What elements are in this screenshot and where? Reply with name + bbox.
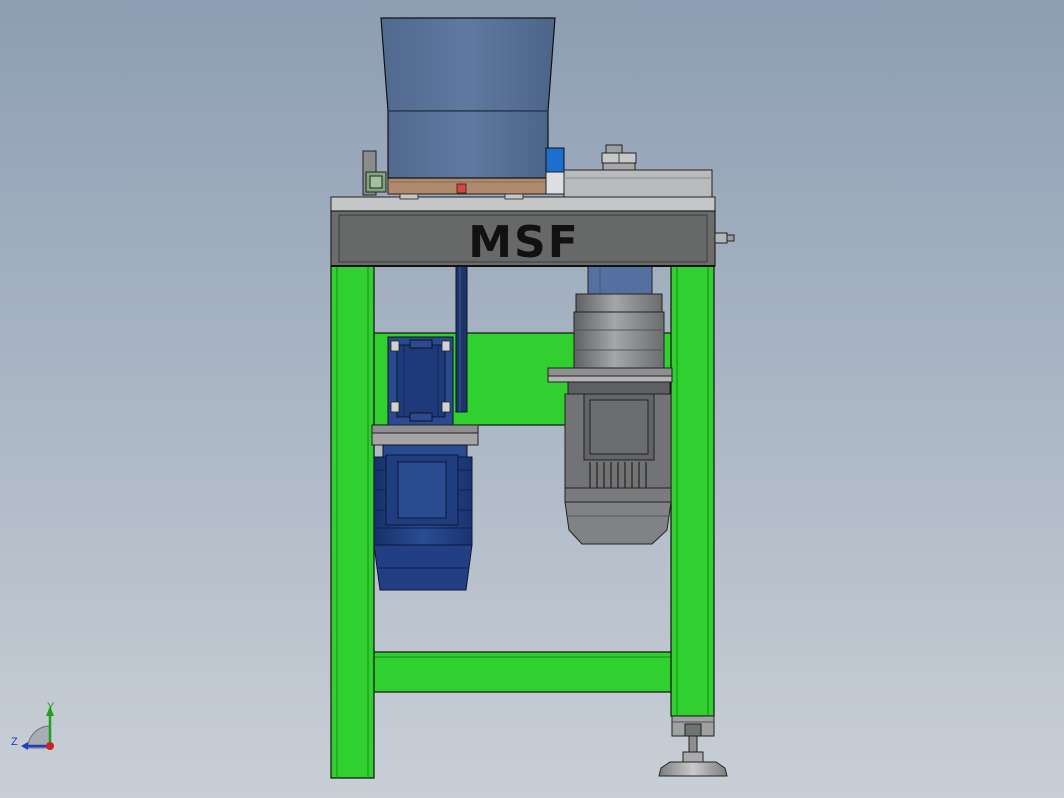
- hopper-connector: [545, 147, 565, 195]
- axis-z-label: Z: [11, 736, 18, 748]
- frame-lower-crossbeam: [371, 651, 673, 693]
- frame-right-leg: [670, 265, 715, 717]
- axis-y-label: Y: [47, 701, 55, 713]
- hopper: [380, 17, 556, 179]
- cad-viewport[interactable]: MSF Y Z: [0, 0, 1064, 798]
- small-motor-gearbox: [387, 336, 454, 426]
- frame-left-leg: [330, 265, 375, 779]
- brand-label: MSF: [468, 217, 580, 268]
- side-bolt: [714, 232, 735, 244]
- small-motor-body: [371, 424, 479, 591]
- drive-shaft: [455, 265, 468, 413]
